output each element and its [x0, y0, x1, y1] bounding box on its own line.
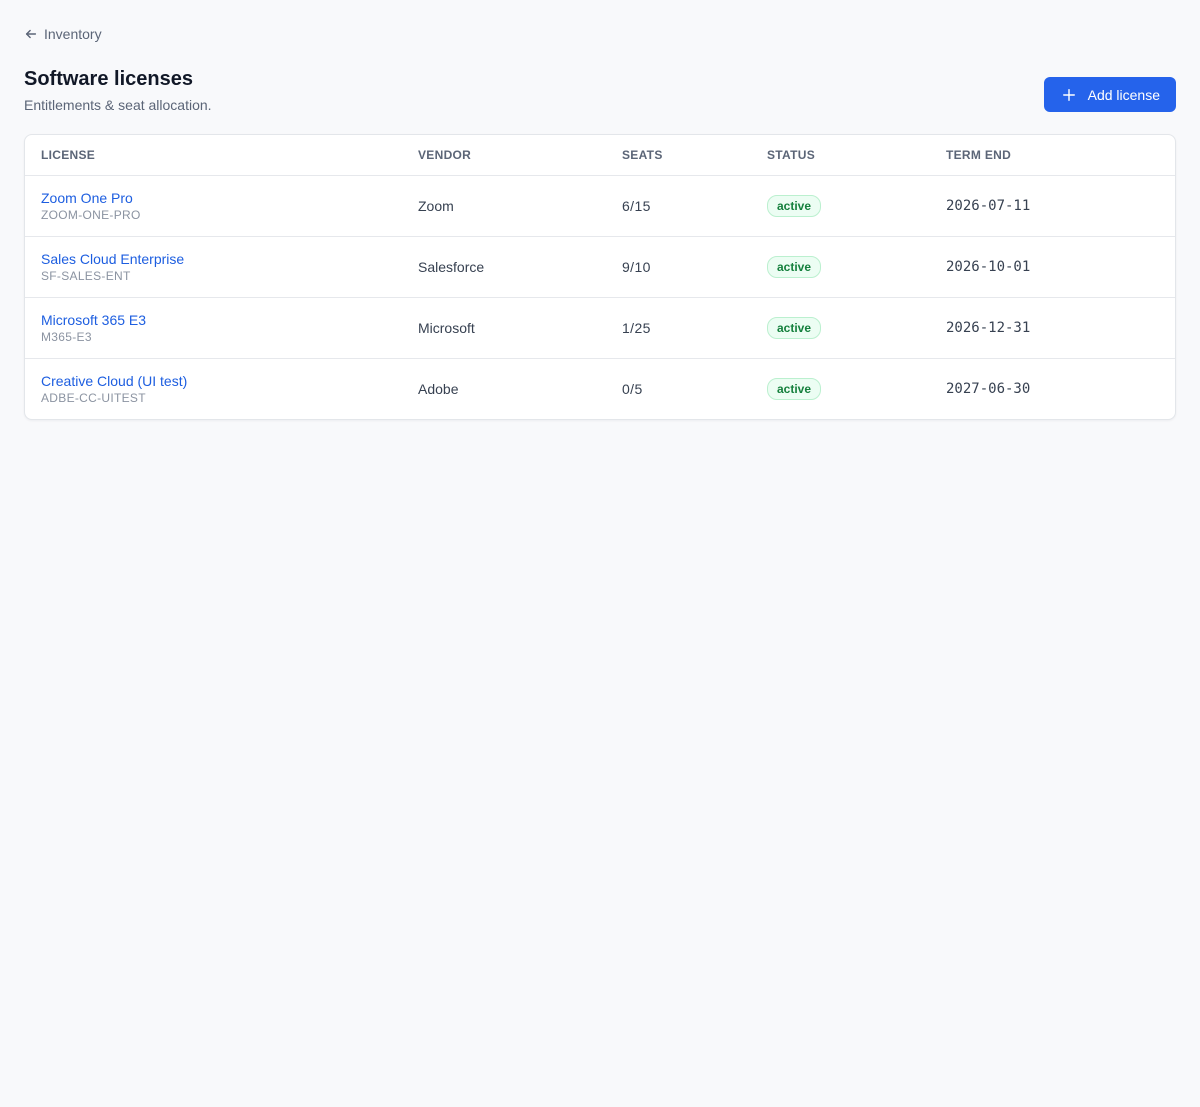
license-cell: Sales Cloud Enterprise SF-SALES-ENT	[25, 236, 402, 298]
status-badge: active	[767, 377, 822, 400]
licenses-table-card: LICENSE VENDOR SEATS STATUS TERM END Zoo…	[24, 134, 1176, 420]
table-row: Creative Cloud (UI test) ADBE-CC-UITEST …	[25, 358, 1175, 419]
back-link-inventory[interactable]: Inventory	[24, 24, 102, 44]
status-cell: active	[751, 175, 930, 237]
status-cell: active	[751, 236, 930, 298]
status-cell: active	[751, 358, 930, 419]
license-name-link[interactable]: Zoom One Pro	[41, 189, 386, 207]
license-code: ZOOM-ONE-PRO	[41, 207, 141, 222]
arrow-left-icon	[24, 27, 38, 41]
license-code: ADBE-CC-UITEST	[41, 390, 146, 405]
seats-cell: 6/15	[606, 175, 751, 237]
column-header-seats: SEATS	[606, 135, 751, 176]
vendor-cell: Adobe	[418, 380, 459, 397]
add-license-label: Add license	[1087, 86, 1160, 103]
status-cell: active	[751, 297, 930, 359]
page-subtitle: Entitlements & seat allocation.	[24, 97, 212, 113]
license-code: M365-E3	[41, 329, 92, 344]
license-code: SF-SALES-ENT	[41, 268, 131, 283]
vendor-cell: Microsoft	[402, 297, 606, 359]
vendor-cell: Salesforce	[402, 236, 606, 298]
seats-cell: 9/10	[606, 236, 751, 298]
column-header-vendor: VENDOR	[402, 135, 606, 176]
column-header-status: STATUS	[751, 135, 930, 176]
license-cell: Microsoft 365 E3 M365-E3	[25, 297, 402, 359]
column-header-term-end: TERM END	[930, 135, 1175, 176]
term-end-cell: 2026-07-11	[930, 175, 1175, 237]
vendor-cell: Zoom	[402, 175, 606, 237]
term-end-cell: 2026-12-31	[930, 297, 1175, 359]
status-badge: active	[767, 316, 822, 339]
license-cell: Creative Cloud (UI test) ADBE-CC-UITEST	[25, 358, 402, 419]
table-row: Sales Cloud Enterprise SF-SALES-ENT Sale…	[25, 236, 1175, 298]
column-header-license: LICENSE	[25, 135, 402, 176]
title-block: Software licenses Entitlements & seat al…	[24, 66, 212, 114]
back-link-label: Inventory	[44, 26, 102, 42]
term-end-cell: 2026-10-01	[930, 236, 1175, 298]
seats-cell: 1/25	[606, 297, 751, 359]
status-badge: active	[767, 255, 822, 278]
table-row: Microsoft 365 E3 M365-E3 Microsoft 1/25 …	[25, 297, 1175, 359]
license-cell: Zoom One Pro ZOOM-ONE-PRO	[25, 175, 402, 237]
status-badge: active	[767, 194, 822, 217]
plus-icon	[1062, 88, 1076, 102]
seats-cell: 0/5	[622, 380, 643, 397]
term-end-cell: 2027-06-30	[946, 380, 1031, 397]
license-name-link[interactable]: Sales Cloud Enterprise	[41, 250, 386, 268]
table-row: Zoom One Pro ZOOM-ONE-PRO Zoom 6/15 acti…	[25, 175, 1175, 237]
licenses-table: LICENSE VENDOR SEATS STATUS TERM END Zoo…	[25, 135, 1175, 419]
license-name-link[interactable]: Microsoft 365 E3	[41, 311, 386, 329]
page-title: Software licenses	[24, 68, 193, 90]
table-header-row: LICENSE VENDOR SEATS STATUS TERM END	[25, 135, 1175, 176]
add-license-button[interactable]: Add license	[1043, 77, 1176, 112]
page-header: Software licenses Entitlements & seat al…	[24, 66, 1176, 114]
license-name-link[interactable]: Creative Cloud (UI test)	[41, 372, 386, 390]
page: Inventory Software licenses Entitlements…	[0, 0, 1200, 420]
